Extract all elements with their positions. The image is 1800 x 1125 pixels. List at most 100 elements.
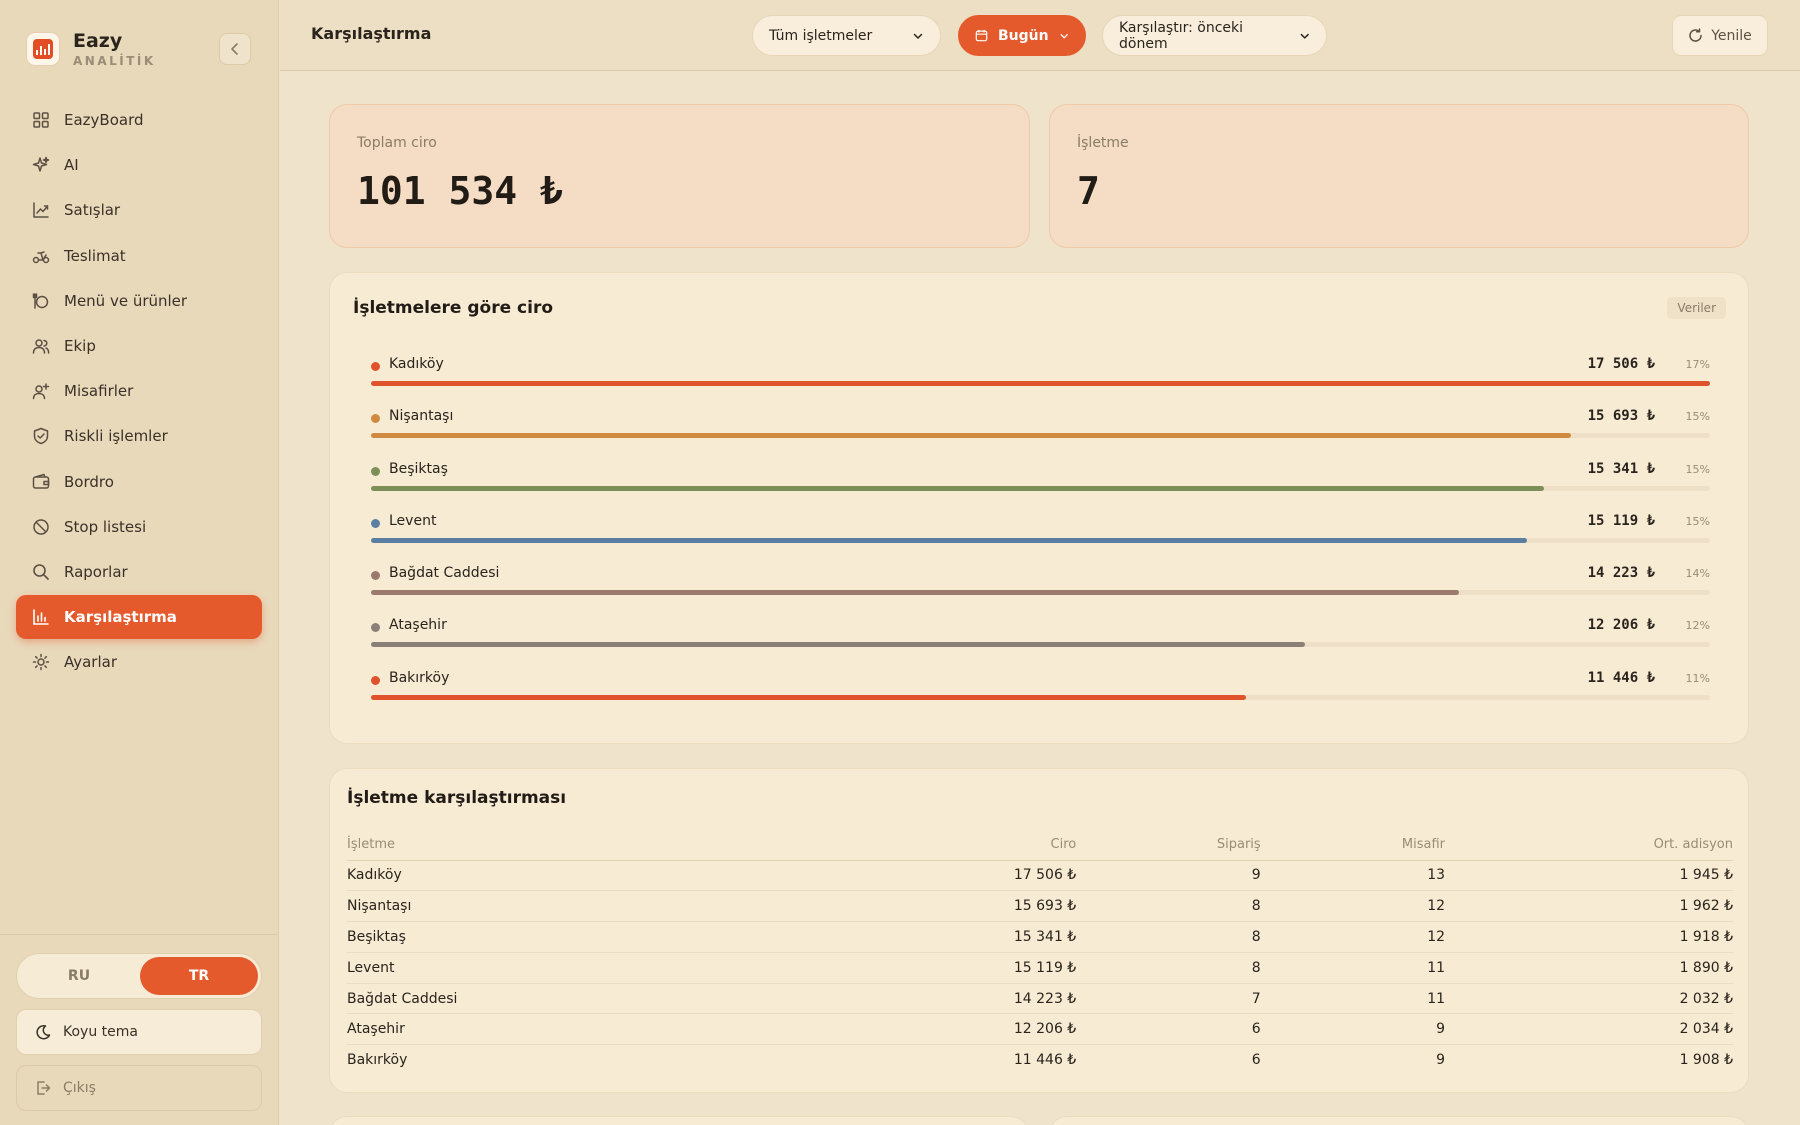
bar [371,642,1305,648]
avg-check-cell: 1 908 ₺ [1679,1052,1733,1069]
avg-check-cell: 1 945 ₺ [1445,860,1733,892]
sidebar: Eazy ANALİTİK EazyBoard AI Satışlar Tesl… [0,0,279,1125]
brand-logo-icon [26,32,60,66]
sidebar-item-label: Ayarlar [64,653,118,672]
refresh-button[interactable]: Yenile [1672,15,1768,56]
bar [371,590,1459,596]
table-row[interactable]: Levent 15 119 ₺ 8 11 1 890 ₺ [347,952,1733,984]
top-bar: Karşılaştırma Tüm işletmeler Bugün Karşı… [280,0,1800,71]
bar-track [371,694,1710,700]
sidebar-item-misafirler[interactable]: Misafirler [16,369,262,413]
bar [371,694,1247,700]
total-revenue-value: 101 534 ₺ [357,169,563,213]
bar-value-label: 15 119 ₺ [1587,512,1655,529]
bar-percent-label: 15% [1685,514,1710,528]
series-color-dot [371,518,380,528]
logout-icon [37,1081,51,1095]
bar-percent-label: 15% [1685,410,1710,424]
sidebar-item-riskli-islemler[interactable]: Riskli işlemler [16,414,262,458]
revenue-by-store-panel: İşletmelere göre ciro Veriler Kadıköy 17 … [329,272,1749,744]
store-comparison-title: İşletme karşılaştırması [347,788,567,808]
store-comparison-table: İşletme Ciro Sipariş Misafir Ort. adisyo… [347,829,1733,1076]
bar-row[interactable]: Nişantaşı 15 693 ₺ 15% [371,405,1710,457]
sidebar-item-label: Teslimat [64,246,126,265]
store-filter-dropdown[interactable]: Tüm işletmeler [752,15,941,56]
bar-row[interactable]: Bakırköy 11 446 ₺ 11% [371,667,1710,719]
sidebar-item-ekip[interactable]: Ekip [16,324,262,368]
shield-icon [31,426,51,446]
dark-theme-button[interactable]: Koyu tema [16,1009,262,1055]
orders-cell: 8 [1076,890,1261,923]
table-row[interactable]: Kadıköy 17 506 ₺ 9 13 1 945 ₺ [347,860,1733,892]
column-header-orders[interactable]: Sipariş [1076,829,1261,861]
revenue-cell: 15 341 ₺ [894,921,1077,953]
collapse-sidebar-button[interactable] [219,33,251,65]
guests-cell: 12 [1260,890,1446,923]
sidebar-item-label: Riskli işlemler [64,427,168,446]
language-option-tr[interactable]: TR [140,957,258,995]
sidebar-item-bordro[interactable]: Bordro [16,460,262,504]
brand-name: Eazy [73,30,123,52]
store-name-cell: Levent [347,952,895,984]
column-header-store[interactable]: İşletme [347,829,895,861]
bar-row[interactable]: Kadıköy 17 506 ₺ 17% [371,353,1710,405]
language-option-ru[interactable]: RU [20,957,138,995]
sidebar-item-ayarlar[interactable]: Ayarlar [16,640,262,684]
wallet-icon [31,472,51,492]
column-header-avg-check[interactable]: Ort. adisyon [1445,829,1733,861]
orders-cell: 8 [1076,952,1261,984]
language-toggle: RU TR [16,953,262,999]
table-row[interactable]: Ataşehir 12 206 ₺ 6 9 2 034 ₺ [347,1013,1733,1046]
store-name-cell: Kadıköy [347,860,895,892]
date-filter-dropdown[interactable]: Bugün [958,15,1086,56]
bar-track [371,590,1710,596]
sidebar-item-teslimat[interactable]: Teslimat [16,234,262,278]
sidebar-item-label: Karşılaştırma [64,608,177,627]
bar-label: Kadıköy [389,356,444,372]
chevron-down-icon [913,33,923,39]
table-header-row: İşletme Ciro Sipariş Misafir Ort. adisyo… [347,829,1733,861]
bar-row[interactable]: Beşiktaş 15 341 ₺ 15% [371,458,1710,510]
ban-icon [31,517,51,537]
bar-chart-icon [31,607,51,627]
sidebar-item-stop-listesi[interactable]: Stop listesi [16,505,262,549]
orders-cell: 8 [1076,921,1261,953]
logout-button[interactable]: Çıkış [16,1065,262,1111]
sidebar-item-satislar[interactable]: Satışlar [16,188,262,232]
table-row[interactable]: Nişantaşı 15 693 ₺ 8 12 1 962 ₺ [347,890,1733,923]
data-button[interactable]: Veriler [1667,297,1726,319]
search-icon [31,562,51,582]
scooter-icon [31,246,51,266]
store-comparison-panel: İşletme karşılaştırması İşletme Ciro Sip… [329,768,1749,1093]
store-name-cell: Beşiktaş [347,921,895,953]
sidebar-nav: EazyBoard AI Satışlar Teslimat Menü ve ü… [16,98,262,685]
column-header-revenue[interactable]: Ciro [894,829,1077,861]
guests-cell: 11 [1260,983,1446,1015]
table-body: Kadıköy 17 506 ₺ 9 13 1 945 ₺ Nişantaşı 15 693… [347,860,1733,1076]
chevron-left-icon [231,43,238,55]
sidebar-item-label: AI [64,156,79,175]
store-name-cell: Bakırköy [347,1052,408,1069]
logout-label: Çıkış [63,1080,96,1096]
table-row[interactable]: Beşiktaş 15 341 ₺ 8 12 1 918 ₺ [347,921,1733,953]
compare-filter-dropdown[interactable]: Karşılaştır: önceki dönem [1102,15,1327,56]
sidebar-item-raporlar[interactable]: Raporlar [16,550,262,594]
bar-percent-label: 17% [1685,358,1710,371]
table-row[interactable]: Bakırköy 11 446 ₺ 6 9 1 908 ₺ [347,1045,1733,1076]
avg-check-cell: 2 032 ₺ [1445,983,1733,1015]
sidebar-item-eazyboard[interactable]: EazyBoard [16,98,262,142]
revenue-by-store-title: İşletmelere göre ciro [353,298,554,318]
bar-label: Nişantaşı [389,408,454,425]
sidebar-item-menu[interactable]: Menü ve ürünler [16,279,262,323]
guests-cell: 11 [1260,952,1446,984]
sidebar-item-ai[interactable]: AI [16,143,262,187]
sidebar-item-karsilastirma[interactable]: Karşılaştırma [16,595,262,640]
sparkle-icon [31,155,51,175]
bar-row[interactable]: Bağdat Caddesi 14 223 ₺ 14% [371,562,1710,614]
chevron-down-icon [1300,33,1309,39]
table-row[interactable]: Bağdat Caddesi 14 223 ₺ 7 11 2 032 ₺ [347,983,1733,1015]
bar-row[interactable]: Ataşehir 12 206 ₺ 12% [371,614,1710,666]
column-header-guests[interactable]: Misafir [1260,829,1446,861]
revenue-cell: 14 223 ₺ [894,983,1077,1015]
bar-row[interactable]: Levent 15 119 ₺ 15% [371,510,1710,562]
